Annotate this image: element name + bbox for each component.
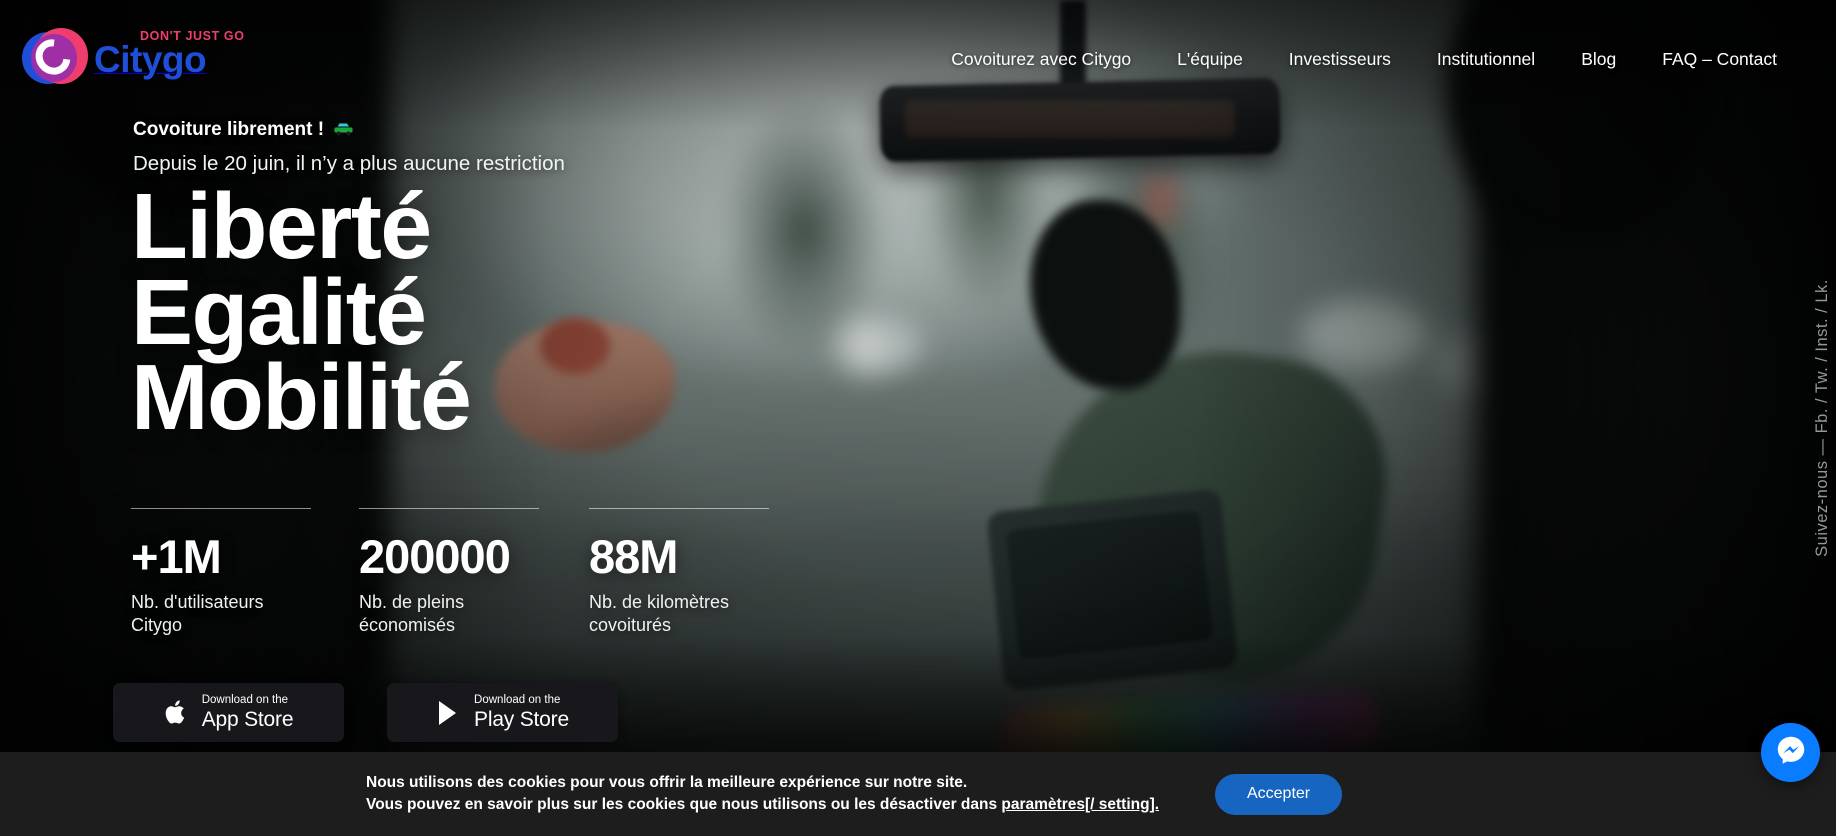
hero-stats: +1M Nb. d'utilisateurs Citygo 200000 Nb.…	[131, 508, 817, 638]
stat-value: 88M	[589, 530, 678, 583]
hero-eyebrow: Covoiture librement !	[133, 119, 354, 141]
stat-label: Nb. de kilomètres covoiturés	[589, 592, 730, 636]
play-store-labels: Download on the Play Store	[474, 693, 569, 732]
hero-eyebrow-text: Covoiture librement !	[133, 119, 325, 140]
play-store-button[interactable]: Download on the Play Store	[387, 683, 618, 742]
messenger-chat-button[interactable]	[1761, 723, 1820, 782]
main-navigation: Covoiturez avec Citygo L'équipe Investis…	[928, 49, 1836, 70]
nav-item-faq-contact[interactable]: FAQ – Contact	[1639, 49, 1800, 70]
hero-subtitle: Depuis le 20 juin, il n’y a plus aucune …	[133, 152, 565, 175]
nav-item-institutionnel[interactable]: Institutionnel	[1414, 49, 1558, 70]
cookie-line-1: Nous utilisons des cookies pour vous off…	[366, 774, 968, 791]
stat-divider	[131, 508, 311, 509]
stat-item: 200000 Nb. de pleins économisés	[359, 508, 589, 638]
cookie-banner: Nous utilisons des cookies pour vous off…	[0, 752, 1836, 836]
hero-headline: Liberté Egalité Mobilité	[131, 174, 472, 450]
stat-item: 88M Nb. de kilomètres covoiturés	[589, 508, 817, 638]
citygo-logo-text: DON'T JUST GO Citygo	[94, 29, 244, 80]
play-store-big-label: Play Store	[474, 708, 569, 732]
page-root: DON'T JUST GO Citygo Covoiturez avec Cit…	[0, 0, 1836, 836]
citygo-logo-mark	[22, 28, 88, 90]
headline-line-1: Liberté	[131, 174, 432, 278]
app-store-button[interactable]: Download on the App Store	[113, 683, 344, 742]
headline-line-2: Egalité	[131, 259, 427, 364]
app-store-big-label: App Store	[201, 708, 294, 732]
nav-item-covoiturez[interactable]: Covoiturez avec Citygo	[928, 49, 1154, 70]
social-rail[interactable]: Suivez-nous — Fb. / Tw. / Inst. / Lk.	[1813, 279, 1832, 557]
logo-tagline: DON'T JUST GO	[140, 28, 245, 43]
google-play-icon	[436, 699, 461, 727]
stat-divider	[589, 508, 769, 509]
hero-section: Covoiture librement ! Depuis le 20 juin,…	[0, 0, 1836, 836]
stat-divider	[359, 508, 539, 509]
stat-value: 200000	[359, 530, 511, 583]
cookie-settings-link[interactable]: paramètres[/ setting].	[1001, 796, 1159, 813]
cookie-banner-text: Nous utilisons des cookies pour vous off…	[366, 772, 1159, 816]
app-store-buttons: Download on the App Store Download on th…	[113, 683, 618, 742]
cookie-accept-button[interactable]: Accepter	[1215, 773, 1343, 815]
nav-item-investisseurs[interactable]: Investisseurs	[1266, 49, 1414, 70]
play-store-small-label: Download on the	[474, 693, 561, 706]
cookie-line-2: Vous pouvez en savoir plus sur les cooki…	[366, 794, 1159, 816]
site-header: DON'T JUST GO Citygo Covoiturez avec Cit…	[0, 0, 1836, 118]
nav-item-blog[interactable]: Blog	[1558, 49, 1639, 70]
messenger-icon	[1774, 733, 1808, 772]
headline-line-3: Mobilité	[131, 345, 472, 450]
stat-label: Nb. d'utilisateurs Citygo	[131, 592, 264, 636]
stat-value: +1M	[131, 530, 222, 583]
social-rail-text[interactable]: Suivez-nous — Fb. / Tw. / Inst. / Lk.	[1813, 279, 1832, 557]
apple-icon	[164, 698, 189, 727]
stat-item: +1M Nb. d'utilisateurs Citygo	[131, 508, 359, 638]
car-emoji-icon	[333, 121, 354, 140]
cookie-line-2-prefix: Vous pouvez en savoir plus sur les cooki…	[366, 796, 1002, 813]
nav-item-equipe[interactable]: L'équipe	[1154, 49, 1266, 70]
logo-wordmark: Citygo	[94, 38, 207, 80]
stat-label: Nb. de pleins économisés	[359, 592, 465, 636]
app-store-small-label: Download on the	[201, 693, 289, 706]
app-store-labels: Download on the App Store	[201, 693, 294, 732]
citygo-logo[interactable]: DON'T JUST GO Citygo	[22, 28, 244, 90]
